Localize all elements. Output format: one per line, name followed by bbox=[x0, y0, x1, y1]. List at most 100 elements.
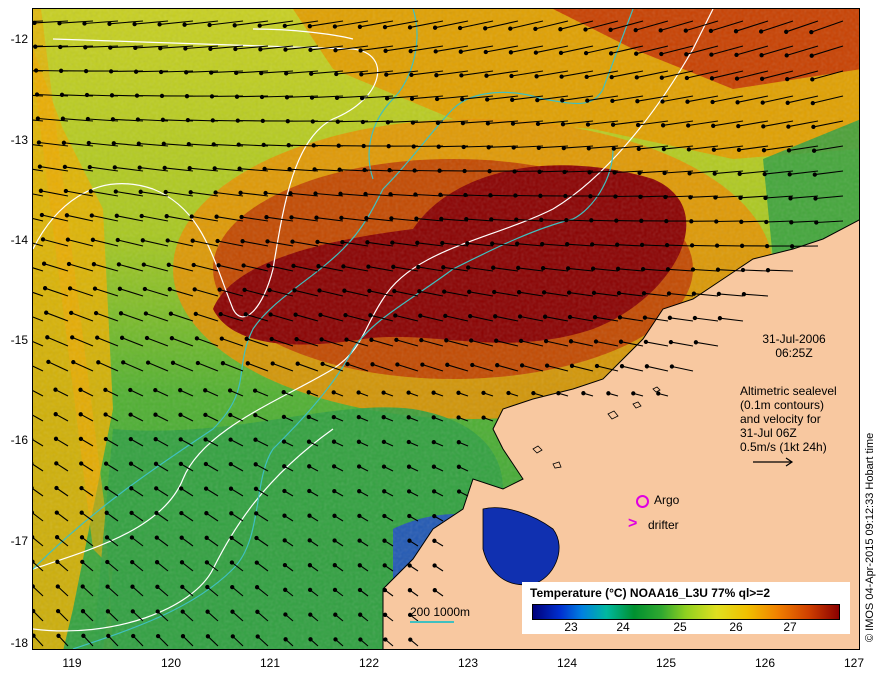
velocity-arrow-head bbox=[381, 390, 386, 395]
velocity-arrow-head bbox=[540, 241, 545, 247]
velocity-arrow-head bbox=[692, 315, 698, 321]
velocity-arrow-head bbox=[786, 124, 791, 129]
sst-map bbox=[33, 9, 859, 649]
velocity-arrow-head bbox=[261, 142, 266, 148]
velocity-arrow-head bbox=[383, 48, 388, 53]
velocity-arrow-head bbox=[385, 120, 391, 125]
velocity-arrow-head bbox=[462, 168, 467, 174]
velocity-arrow-head bbox=[259, 70, 264, 76]
velocity-arrow-head bbox=[203, 412, 208, 418]
velocity-arrow-head bbox=[118, 311, 124, 316]
velocity-arrow-head bbox=[440, 240, 445, 246]
velocity-arrow-head bbox=[581, 391, 586, 396]
velocity-arrow-head bbox=[333, 48, 338, 53]
velocity-arrow-head bbox=[456, 464, 462, 469]
velocity-arrow-head bbox=[495, 363, 500, 368]
velocity-arrow-head bbox=[67, 286, 73, 291]
velocity-arrow-head bbox=[343, 312, 348, 318]
velocity-arrow-head bbox=[58, 44, 63, 50]
velocity-arrow-head bbox=[318, 312, 323, 318]
velocity-arrow-head bbox=[339, 215, 344, 221]
time-label: 06:25Z bbox=[775, 346, 813, 360]
velocity-arrow-head bbox=[431, 415, 436, 420]
velocity-arrow-head bbox=[415, 240, 420, 245]
velocity-arrow-head bbox=[309, 95, 315, 100]
velocity-arrow-head bbox=[384, 72, 389, 77]
velocity-arrow-head bbox=[437, 168, 442, 173]
velocity-arrow-head bbox=[283, 47, 288, 52]
velocity-arrow-head bbox=[228, 486, 234, 491]
velocity-arrow-head bbox=[55, 608, 61, 614]
velocity-arrow-head bbox=[461, 144, 466, 150]
velocity-arrow-head bbox=[145, 360, 151, 365]
velocity-arrow-head bbox=[639, 242, 645, 248]
velocity-arrow-head bbox=[357, 538, 362, 543]
velocity-arrow-head bbox=[283, 587, 288, 592]
velocity-arrow-head bbox=[332, 587, 338, 593]
velocity-arrow-head bbox=[392, 288, 397, 294]
velocity-arrow-head bbox=[133, 45, 138, 51]
velocity-arrow-head bbox=[63, 188, 69, 194]
velocity-arrow-head bbox=[281, 439, 287, 444]
velocity-arrow-head bbox=[357, 24, 363, 29]
velocity-arrow-head bbox=[661, 146, 667, 152]
velocity-arrow-head bbox=[485, 97, 490, 102]
velocity-arrow-head bbox=[594, 363, 600, 369]
velocity-arrow-head bbox=[267, 287, 272, 293]
velocity-arrow-head bbox=[610, 98, 615, 104]
velocity-arrow-head bbox=[55, 559, 60, 564]
velocity-arrow-head bbox=[667, 315, 673, 320]
velocity-arrow-head bbox=[406, 489, 412, 494]
velocity-arrow-head bbox=[433, 49, 438, 54]
velocity-arrow-head bbox=[431, 464, 437, 469]
velocity-arrow-head bbox=[33, 44, 38, 49]
velocity-arrow-head bbox=[54, 485, 59, 491]
velocity-arrow-head bbox=[203, 461, 209, 467]
velocity-arrow-head bbox=[64, 213, 70, 218]
velocity-arrow-head bbox=[611, 146, 616, 151]
velocity-arrow-head bbox=[254, 560, 259, 565]
velocity-arrow-head bbox=[542, 314, 548, 319]
velocity-arrow-head bbox=[308, 47, 313, 53]
velocity-arrow-head bbox=[88, 189, 93, 194]
velocity-arrow-head bbox=[663, 194, 668, 200]
velocity-arrow-head bbox=[568, 339, 574, 344]
velocity-arrow-head bbox=[537, 169, 542, 174]
velocity-arrow-head bbox=[253, 412, 258, 418]
velocity-arrow-head bbox=[558, 27, 563, 32]
velocity-arrow-head bbox=[254, 535, 259, 541]
velocity-arrow-head bbox=[227, 388, 233, 393]
velocity-arrow-head bbox=[91, 262, 97, 267]
velocity-arrow-head bbox=[282, 562, 288, 568]
velocity-arrow-head bbox=[435, 120, 441, 125]
velocity-arrow-head bbox=[139, 213, 144, 219]
velocity-arrow-head bbox=[759, 53, 764, 58]
velocity-arrow-head bbox=[381, 464, 387, 469]
velocity-arrow-head bbox=[407, 563, 412, 568]
velocity-arrow-head bbox=[381, 439, 387, 445]
velocity-arrow-head bbox=[130, 609, 135, 614]
velocity-arrow-head bbox=[331, 414, 336, 420]
velocity-arrow-head bbox=[509, 73, 514, 79]
velocity-arrow-head bbox=[593, 339, 599, 344]
velocity-arrow-head bbox=[788, 196, 793, 201]
velocity-arrow-head bbox=[407, 25, 413, 30]
velocity-arrow-head bbox=[662, 170, 667, 176]
velocity-arrow-head bbox=[809, 53, 814, 58]
velocity-arrow-head bbox=[444, 338, 449, 343]
velocity-arrow-head bbox=[439, 216, 444, 222]
velocity-arrow-head bbox=[157, 22, 162, 27]
velocity-arrow-head bbox=[410, 120, 416, 125]
velocity-arrow-head bbox=[238, 190, 243, 195]
velocity-arrow-head bbox=[340, 239, 345, 245]
velocity-arrow-head bbox=[631, 391, 636, 396]
colorbar-gradient bbox=[532, 604, 840, 620]
velocity-arrow-head bbox=[128, 387, 133, 393]
velocity-arrow-head bbox=[228, 461, 233, 467]
velocity-arrow-head bbox=[388, 192, 393, 197]
velocity-arrow-head bbox=[167, 287, 172, 292]
velocity-arrow-head bbox=[142, 286, 148, 292]
velocity-arrow-head bbox=[489, 217, 494, 222]
velocity-arrow-head bbox=[468, 313, 473, 319]
velocity-arrow-head bbox=[33, 608, 36, 614]
